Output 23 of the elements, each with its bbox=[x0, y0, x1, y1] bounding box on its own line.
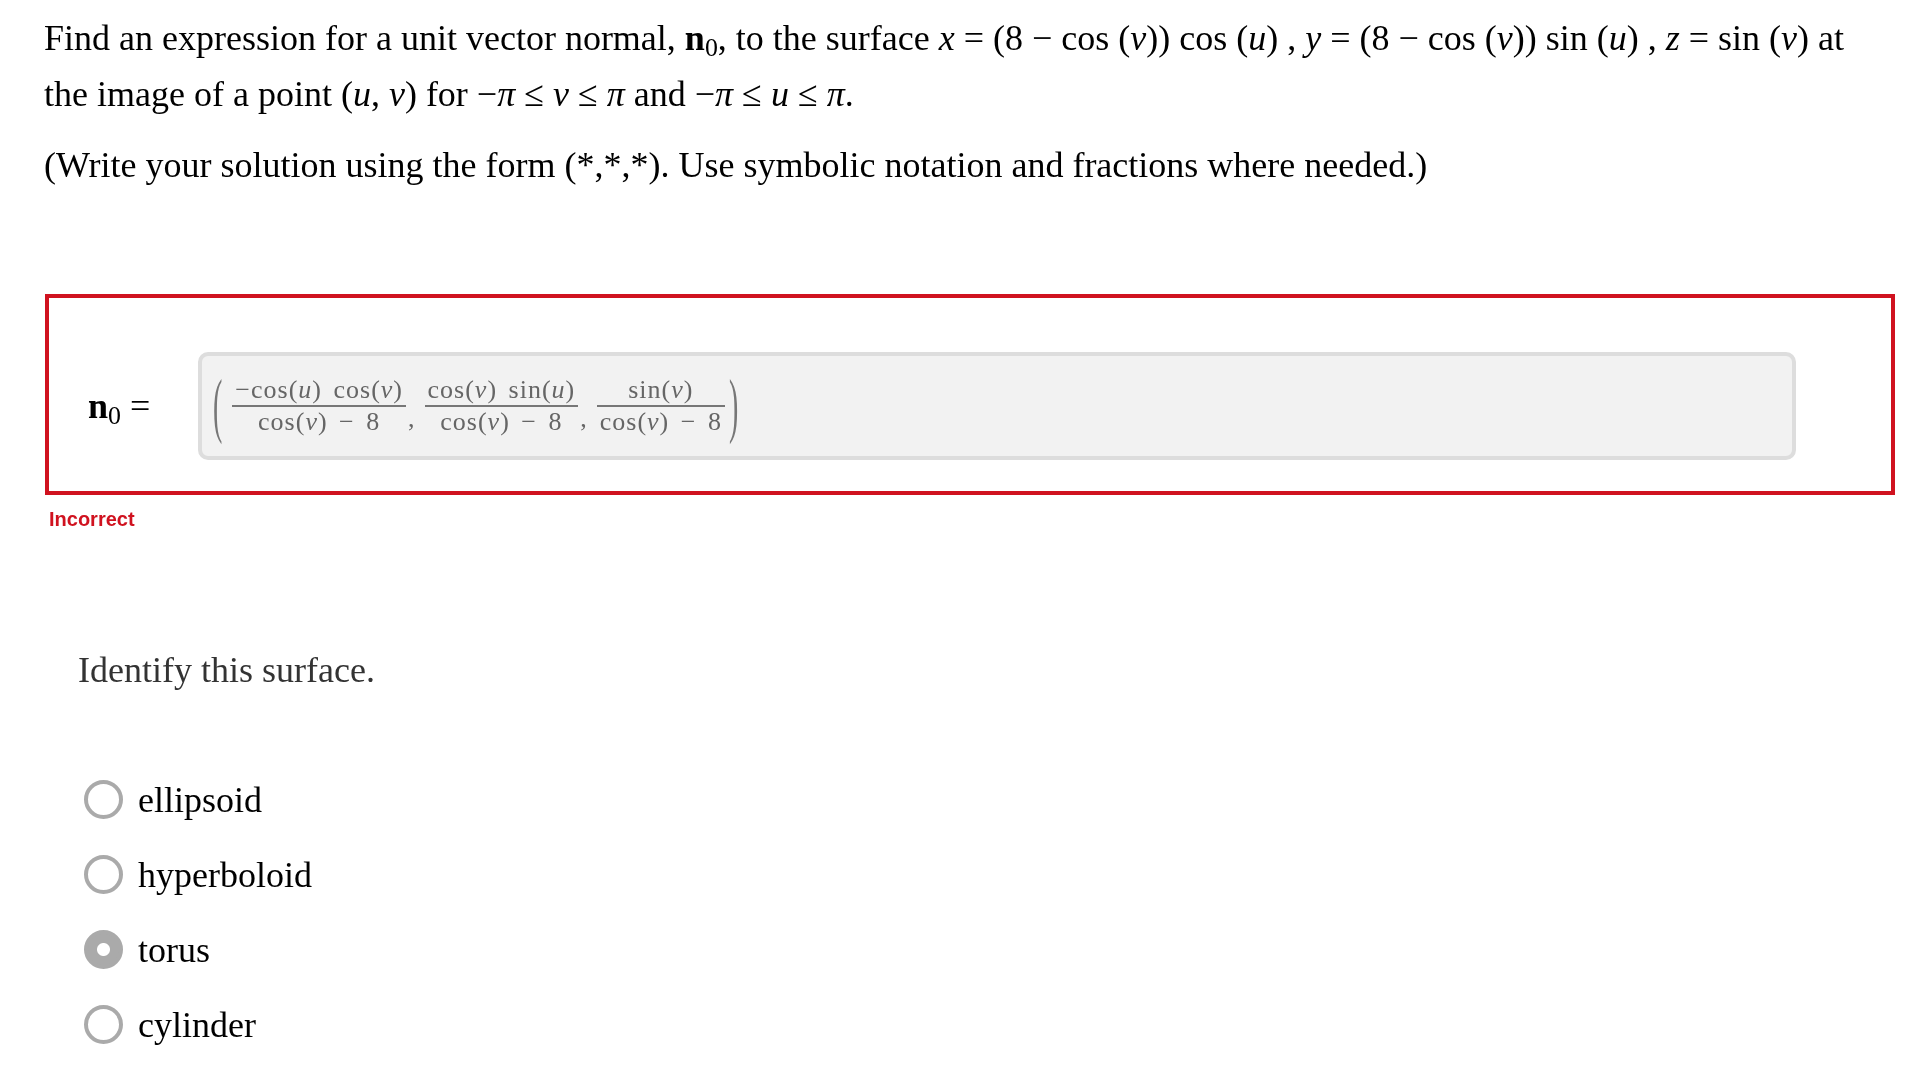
left-parenthesis: ( bbox=[213, 369, 223, 443]
question-prompt: Identify this surface. bbox=[78, 649, 375, 692]
answer-label: n$_{0}$ = bbox=[88, 386, 151, 426]
comma-separator: , bbox=[580, 404, 587, 434]
fraction-numerator: sin(v) bbox=[627, 375, 695, 406]
option-label: cylinder bbox=[138, 1003, 256, 1047]
fraction-numerator: −cos(u) cos(v) bbox=[234, 375, 404, 406]
comma-separator: , bbox=[408, 404, 415, 434]
fraction-denominator: cos(v) − 8 bbox=[439, 406, 564, 437]
question-text: Find an expression for a unit vector normal, n$_{0}$, to the surface x = (8 − cos (v)) cos (u) , y = (8 − cos (v)) sin (u) , z = sin (v) at the image of a point (u, v) for −π ≤ v ≤ π and −π ≤ u ≤ π. bbox=[44, 17, 1846, 116]
radio-button[interactable] bbox=[84, 780, 123, 819]
fraction-denominator: cos(v) − 8 bbox=[257, 406, 382, 437]
fraction-denominator: cos(v) − 8 bbox=[598, 406, 723, 437]
radio-button[interactable] bbox=[84, 1005, 123, 1044]
fraction-numerator: cos(v) sin(u) bbox=[426, 375, 577, 406]
option-label: ellipsoid bbox=[138, 778, 262, 822]
feedback-message: Incorrect bbox=[49, 507, 135, 532]
option-label: hyperboloid bbox=[138, 853, 312, 897]
option-label: torus bbox=[138, 928, 210, 972]
instructions-text: (Write your solution using the form (*,*,*). Use symbolic notation and fractions where needed.) bbox=[44, 144, 1428, 187]
radio-button[interactable] bbox=[84, 930, 123, 969]
radio-button[interactable] bbox=[84, 855, 123, 894]
right-parenthesis: ) bbox=[728, 369, 739, 443]
